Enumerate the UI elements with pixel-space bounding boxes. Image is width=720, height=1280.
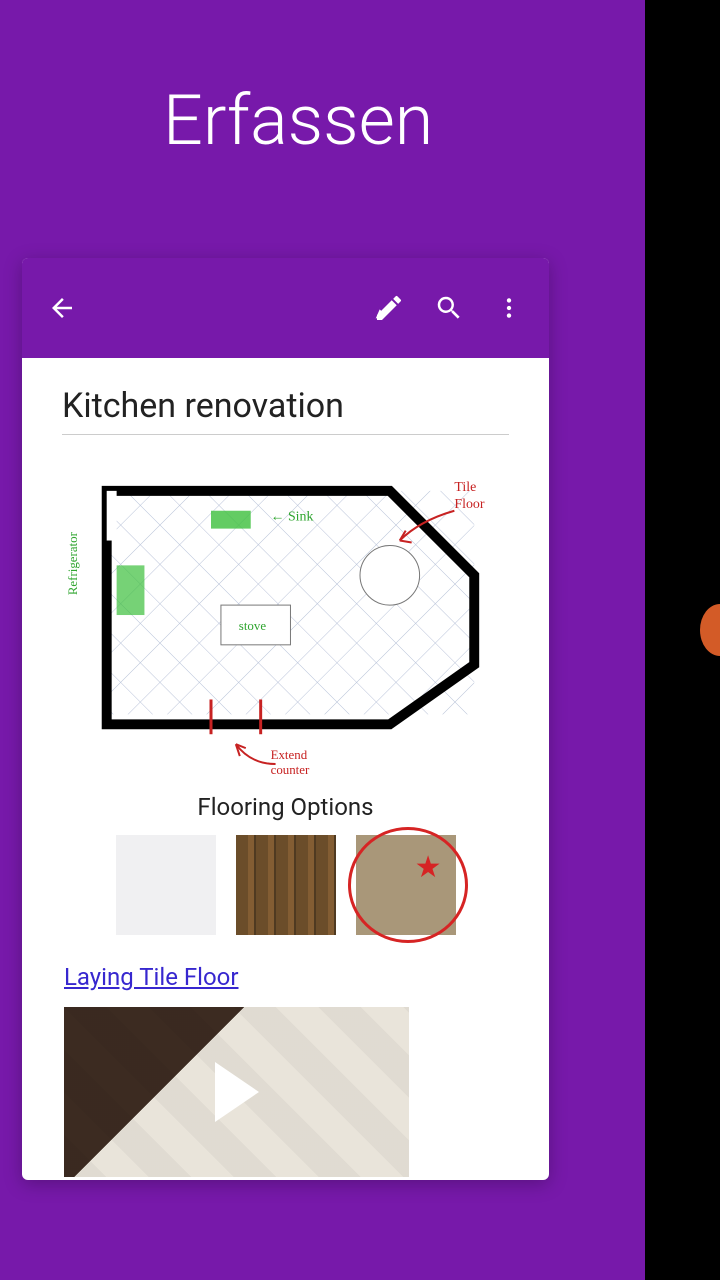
back-arrow-icon <box>47 293 77 323</box>
laying-tile-floor-link[interactable]: Laying Tile Floor <box>64 963 239 991</box>
annotation-sink: ← Sink <box>271 510 314 525</box>
flooring-swatch-marble[interactable] <box>116 835 216 935</box>
flooring-swatch-tile-selected[interactable]: ★ <box>356 835 456 935</box>
search-button[interactable] <box>419 278 479 338</box>
note-preview-card[interactable]: Kitchen renovation <box>22 258 549 1180</box>
adjacent-app-peek[interactable] <box>700 604 720 656</box>
video-thumbnail[interactable] <box>64 1007 409 1177</box>
annotation-tile: Tile <box>454 480 476 495</box>
more-options-button[interactable] <box>479 278 539 338</box>
back-button[interactable] <box>32 278 92 338</box>
selection-circle-icon <box>348 827 468 943</box>
svg-text:Floor: Floor <box>454 497 484 512</box>
annotation-extend: Extend <box>271 747 308 762</box>
annotation-refrigerator: Refrigerator <box>65 531 80 595</box>
edit-pen-button[interactable] <box>359 278 419 338</box>
note-toolbar <box>22 258 549 358</box>
more-vertical-icon <box>496 295 522 321</box>
svg-text:counter: counter <box>271 762 310 775</box>
section-heading: Erfassen <box>163 80 433 162</box>
star-mark-icon: ★ <box>415 853 442 883</box>
search-icon <box>434 293 464 323</box>
annotation-stove: stove <box>239 618 267 633</box>
play-icon <box>215 1062 259 1122</box>
flooring-options-heading: Flooring Options <box>62 793 509 821</box>
flooring-swatch-wood[interactable] <box>236 835 336 935</box>
note-title: Kitchen renovation <box>62 386 509 435</box>
floorplan-sketch: Refrigerator ← Sink stove Tile Floor Ext… <box>62 465 509 775</box>
note-body: Kitchen renovation <box>22 358 549 1177</box>
purple-background-panel: Erfassen <box>0 0 645 1280</box>
flooring-swatches-row: ★ <box>62 835 509 935</box>
edit-pen-icon <box>373 292 405 324</box>
